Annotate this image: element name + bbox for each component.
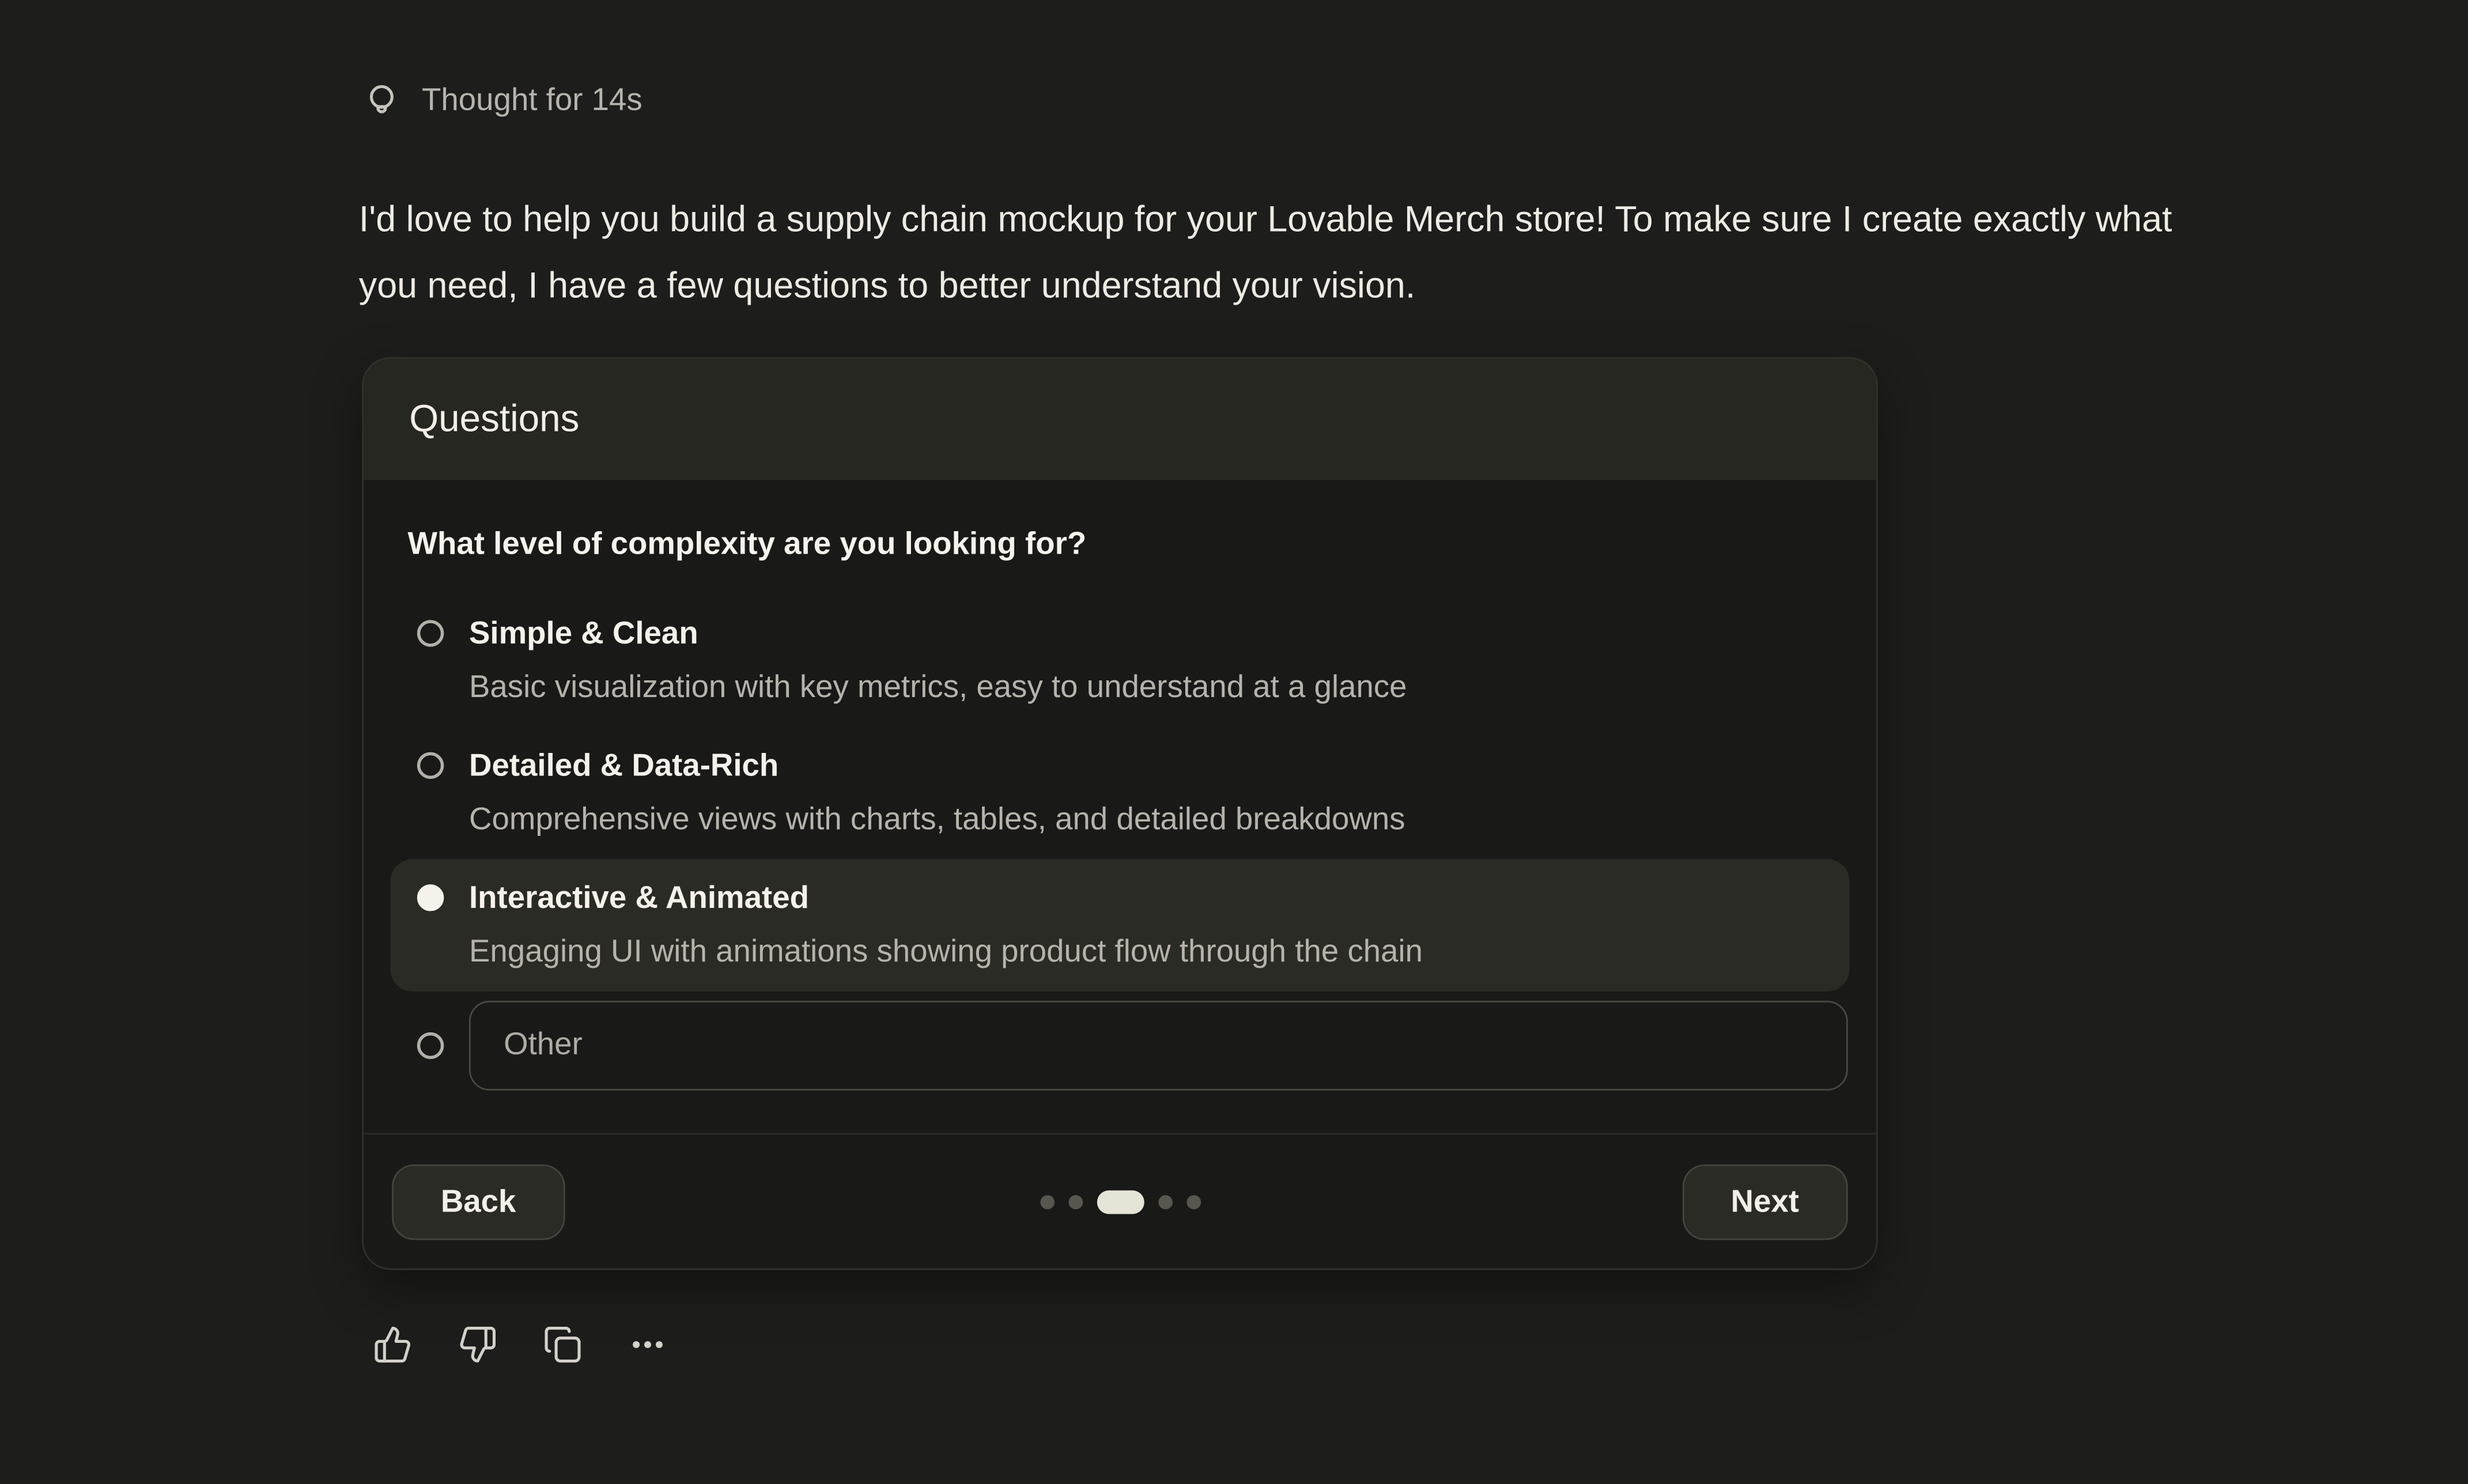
option-title: Detailed & Data-Rich	[469, 747, 1405, 785]
thinking-summary[interactable]: Thought for 14s	[362, 82, 642, 121]
radio-selected-icon[interactable]	[417, 884, 444, 911]
option-interactive-animated[interactable]: Interactive & Animated Engaging UI with …	[390, 859, 1849, 991]
pagination-dots	[1040, 1190, 1200, 1213]
thumbs-up-icon	[373, 1325, 412, 1364]
questions-card: Questions What level of complexity are y…	[362, 357, 1877, 1270]
radio-icon[interactable]	[417, 1032, 444, 1059]
back-button[interactable]: Back	[392, 1164, 565, 1240]
next-button[interactable]: Next	[1682, 1164, 1848, 1240]
questions-card-title: Questions	[409, 398, 579, 441]
pagination-dot	[1158, 1194, 1172, 1209]
question-text: What level of complexity are you looking…	[407, 525, 1832, 563]
option-title: Simple & Clean	[469, 615, 1407, 653]
thumbs-down-icon	[458, 1325, 497, 1364]
other-input[interactable]	[469, 1001, 1848, 1091]
copy-button[interactable]	[543, 1325, 582, 1364]
questions-card-header: Questions	[364, 359, 1876, 480]
radio-icon[interactable]	[417, 752, 444, 779]
assistant-message: I'd love to help you build a supply chai…	[359, 186, 2224, 317]
option-description: Basic visualization with key metrics, ea…	[469, 669, 1407, 707]
copy-icon	[543, 1325, 582, 1364]
pagination-dot	[1186, 1194, 1200, 1209]
option-simple-clean[interactable]: Simple & Clean Basic visualization with …	[390, 595, 1849, 727]
option-description: Comprehensive views with charts, tables,…	[469, 801, 1405, 839]
thumbs-up-button[interactable]	[373, 1325, 412, 1364]
option-detailed-data-rich[interactable]: Detailed & Data-Rich Comprehensive views…	[390, 727, 1849, 859]
option-other[interactable]	[390, 991, 1849, 1091]
more-options-button[interactable]	[628, 1325, 667, 1364]
questions-card-body: What level of complexity are you looking…	[364, 480, 1876, 1133]
lightbulb-icon	[362, 82, 401, 121]
pagination-dot	[1068, 1194, 1082, 1209]
chat-message-region: Thought for 14s I'd love to help you bui…	[0, 0, 2468, 1484]
questions-card-footer: Back Next	[364, 1133, 1876, 1269]
message-actions	[373, 1325, 667, 1364]
thinking-summary-label: Thought for 14s	[422, 84, 642, 120]
option-title: Interactive & Animated	[469, 880, 1423, 918]
thumbs-down-button[interactable]	[458, 1325, 497, 1364]
more-options-icon	[628, 1325, 667, 1364]
option-description: Engaging UI with animations showing prod…	[469, 933, 1423, 971]
pagination-dot-active	[1096, 1190, 1143, 1213]
pagination-dot	[1040, 1194, 1054, 1209]
radio-icon[interactable]	[417, 620, 444, 646]
